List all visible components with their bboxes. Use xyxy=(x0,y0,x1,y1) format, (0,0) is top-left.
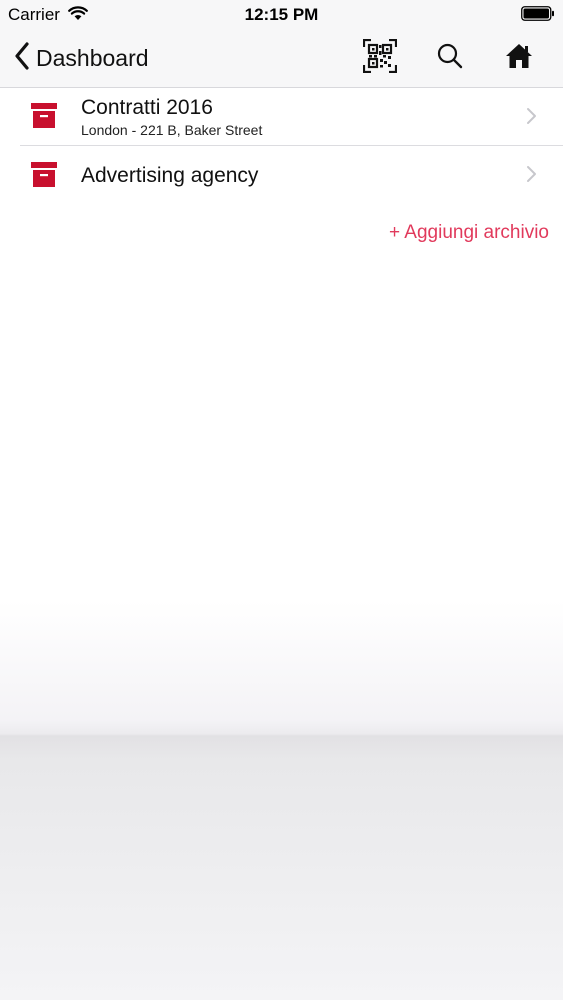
background-shade xyxy=(0,600,563,1000)
chevron-left-icon xyxy=(14,41,30,75)
home-icon xyxy=(504,42,534,75)
chevron-right-icon xyxy=(526,165,537,188)
archive-title: Contratti 2016 xyxy=(81,96,213,119)
search-button[interactable] xyxy=(432,40,468,76)
qr-code-button[interactable] xyxy=(362,38,398,78)
archive-row[interactable]: Contratti 2016 London - 221 B, Baker Str… xyxy=(0,88,563,146)
archive-list: Contratti 2016 London - 221 B, Baker Str… xyxy=(0,88,563,204)
home-button[interactable] xyxy=(501,40,537,76)
status-bar: Carrier 12:15 PM xyxy=(0,0,563,30)
qr-code-icon xyxy=(362,38,398,78)
status-time: 12:15 PM xyxy=(244,5,319,24)
navigation-bar: Dashboard xyxy=(0,30,563,88)
search-icon xyxy=(436,42,464,75)
archive-box-icon xyxy=(31,102,57,128)
archive-row[interactable]: Advertising agency xyxy=(0,146,563,204)
add-archive-button[interactable]: + Aggiungi archivio xyxy=(389,222,549,244)
back-button[interactable]: Dashboard xyxy=(14,41,149,75)
back-label: Dashboard xyxy=(36,44,149,71)
archive-box-icon xyxy=(31,161,57,187)
archive-subtitle: London - 221 B, Baker Street xyxy=(81,122,263,138)
battery-icon xyxy=(521,6,555,21)
archive-title: Advertising agency xyxy=(81,164,259,187)
chevron-right-icon xyxy=(526,107,537,130)
